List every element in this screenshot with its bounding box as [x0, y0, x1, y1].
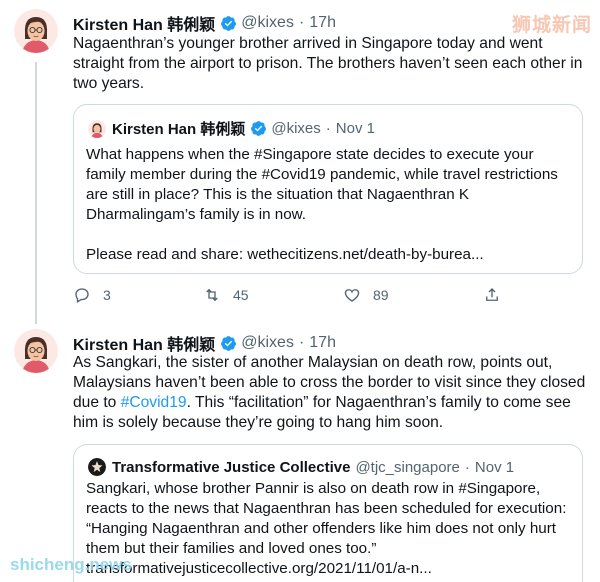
quoted-tweet-timestamp: Nov 1	[474, 458, 515, 476]
separator-dot: ·	[298, 334, 305, 351]
quoted-author-name: Transformative Justice Collective	[112, 458, 351, 476]
share-icon	[486, 288, 498, 301]
like-button[interactable]: 89	[343, 286, 389, 304]
author-handle[interactable]: @kixes	[241, 14, 294, 32]
avatar-illustration-icon	[14, 329, 58, 373]
author-handle[interactable]: @kixes	[241, 334, 294, 352]
tweet-text: As Sangkari, the sister of another Malay…	[73, 353, 588, 433]
verified-badge-icon	[251, 121, 267, 136]
tweet-header: Kirsten Han 韩俐颖 @kixes · 17h	[73, 11, 336, 35]
quoted-text-segment: Sangkari, whose brother Pannir is also o…	[86, 480, 459, 497]
quoted-tweet-text: What happens when the #Singapore state d…	[86, 145, 568, 265]
quoted-tweet-timestamp: Nov 1	[335, 120, 375, 137]
tweet-text: Nagaenthran’s younger brother arrived in…	[73, 35, 583, 92]
retweet-icon	[206, 288, 218, 302]
author-name[interactable]: Kirsten Han 韩俐颖	[73, 331, 215, 355]
watermark-url: shicheng.news	[10, 555, 132, 574]
quoted-author-avatar	[88, 119, 106, 138]
quoted-text-segment: What happens when the	[86, 146, 255, 163]
quoted-author-avatar	[88, 458, 106, 476]
author-avatar[interactable]	[14, 329, 58, 373]
like-count: 89	[373, 287, 389, 303]
thread-connector-line	[35, 62, 37, 324]
tweet-timestamp[interactable]: 17h	[309, 14, 336, 32]
watermark-logo: 狮城新闻	[511, 15, 592, 36]
verified-badge-icon	[221, 335, 237, 351]
collective-logo-icon	[88, 458, 106, 476]
quoted-tweet[interactable]: Transformative Justice Collective @tjc_s…	[73, 444, 583, 582]
quoted-link-text[interactable]: transformativejusticecollective.org/2021…	[86, 560, 432, 577]
hashtag-link[interactable]: #Covid19	[262, 166, 326, 183]
separator-dot: ·	[298, 14, 305, 31]
quoted-tweet[interactable]: Kirsten Han 韩俐颖 @kixes · Nov 1 What happ…	[73, 104, 583, 274]
separator-dot: ·	[325, 120, 331, 137]
quoted-author-name: Kirsten Han 韩俐颖	[112, 121, 246, 138]
reply-button[interactable]: 3	[73, 286, 111, 304]
tweet-header: Kirsten Han 韩俐颖 @kixes · 17h	[73, 331, 336, 355]
hashtag-link[interactable]: #Singapore	[254, 146, 332, 163]
quoted-share-text: Please read and share: wethecitizens.net…	[86, 246, 484, 263]
tweet-timestamp[interactable]: 17h	[309, 334, 336, 352]
share-button[interactable]	[483, 286, 513, 304]
quoted-tweet-header: Transformative Justice Collective @tjc_s…	[88, 458, 514, 476]
reply-icon	[75, 288, 89, 303]
avatar-illustration-icon	[14, 9, 58, 53]
reply-count: 3	[103, 287, 111, 303]
verified-badge-icon	[221, 15, 237, 31]
quoted-tweet-header: Kirsten Han 韩俐颖 @kixes · Nov 1	[88, 118, 375, 139]
retweet-button[interactable]: 45	[203, 286, 249, 304]
hashtag-link[interactable]: #Covid19	[121, 394, 187, 411]
author-avatar[interactable]	[14, 9, 58, 53]
quoted-author-handle: @kixes	[271, 120, 321, 137]
heart-icon	[344, 289, 360, 302]
hashtag-link[interactable]: #Singapore	[458, 480, 536, 497]
avatar-illustration-icon	[88, 119, 106, 138]
author-name[interactable]: Kirsten Han 韩俐颖	[73, 11, 215, 35]
retweet-count: 45	[233, 287, 249, 303]
tweet-actions: 3 45 89	[73, 286, 513, 306]
quoted-author-handle: @tjc_singapore	[355, 458, 460, 476]
separator-dot: ·	[464, 458, 470, 476]
quoted-tweet-text: Sangkari, whose brother Pannir is also o…	[86, 479, 568, 579]
